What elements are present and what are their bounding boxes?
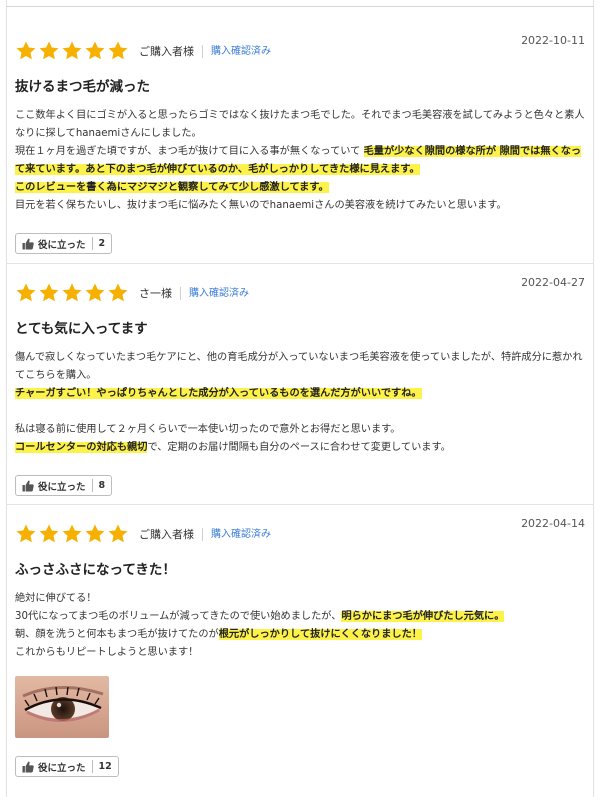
review-text: 傷んで寂しくなっていたまつ毛ケアにと、他の育毛成分が入っていないまつ毛美容液を使… (15, 352, 583, 363)
highlighted-text: て来ています。あと下のまつ毛が伸びているのか、毛がしっかりしてきた様に見えます。 (15, 164, 420, 175)
rating-stars (15, 282, 129, 304)
helpful-button[interactable]: 役に立った 8 (15, 475, 113, 496)
thumbs-up-icon (22, 761, 34, 773)
star-icon (38, 282, 60, 304)
verified-purchase-badge: 購入確認済み (180, 286, 249, 300)
helpful-count: 2 (91, 237, 112, 250)
rating-stars (15, 523, 129, 545)
review-text: 私は寝る前に使用して２ヶ月くらいで一本使い切ったので意外とお得だと思います。 (15, 424, 401, 435)
reviewer-name: ご購入者様 (139, 45, 194, 58)
review-line: 絶対に伸びてる！ (15, 590, 585, 608)
review-line: コールセンターの対応も親切で、定期のお届け間隔も自分のペースに合わせて変更してい… (15, 439, 585, 457)
star-icon (84, 40, 106, 62)
review-text: 目元を若く保ちたいし、抜けまつ毛に悩みたく無いのでhanaemiさんの美容液を続… (15, 200, 507, 211)
star-icon (15, 40, 37, 62)
review-text: 朝、顔を洗うと何本もまつ毛が抜けてたのが (15, 629, 219, 640)
helpful-count: 8 (91, 479, 112, 492)
star-icon (15, 523, 37, 545)
review-date: 2022-10-11 (521, 34, 585, 47)
star-icon (38, 523, 60, 545)
top-divider (6, 6, 594, 7)
review-text: ここ数年よく目にゴミが入ると思ったらゴミではなく抜けたまつ毛でした。それでまつ毛… (15, 110, 585, 121)
review-text: これからもリピートしようと思います！ (15, 647, 199, 658)
review-text: なりに探してhanaemiさんにしました。 (15, 128, 202, 139)
highlighted-text: このレビューを書く為にマジマジと観察してみて少し感激してます。 (15, 182, 329, 193)
review-line: なりに探してhanaemiさんにしました。 (15, 125, 585, 143)
star-icon (107, 40, 129, 62)
review-text: てこちらを購入。 (15, 370, 97, 381)
review-text: 30代になってまつ毛のボリュームが減ってきたので使い始めましたが、 (15, 611, 342, 622)
highlighted-text: 毛量が少なく隙間の様な所が 隙間では無くなっ (363, 146, 582, 157)
review-date: 2022-04-14 (521, 517, 585, 530)
helpful-button[interactable]: 役に立った 2 (15, 233, 113, 254)
highlighted-text: 根元がしっかりして抜けにくくなりました！ (218, 629, 422, 640)
review-body: 絶対に伸びてる！ 30代になってまつ毛のボリュームが減ってきたので使い始めましたが… (15, 590, 585, 662)
review-header: ご購入者様 購入確認済み (15, 40, 585, 62)
helpful-button[interactable]: 役に立った 12 (15, 756, 119, 777)
review-line: 現在１ヶ月を過ぎた頃ですが、まつ毛が抜けて目に入る事が無くなっていて 毛量が少な… (15, 143, 585, 161)
review-title: とても気に入ってます (15, 321, 148, 337)
star-icon (61, 523, 83, 545)
review-date: 2022-04-27 (521, 276, 585, 289)
review-divider (6, 504, 594, 505)
review-line: 30代になってまつ毛のボリュームが減ってきたので使い始めましたが、明らかにまつ毛… (15, 608, 585, 626)
star-icon (38, 40, 60, 62)
review-line: てこちらを購入。 (15, 367, 585, 385)
review-line: これからもリピートしようと思います！ (15, 644, 585, 662)
verified-purchase-badge: 購入確認済み (202, 527, 271, 541)
review-divider (6, 263, 594, 264)
review-line: チャーガすごい！やっぱりちゃんとした成分が入っているものを選んだ方がいいですね。 (15, 385, 585, 403)
review-header: ご購入者様 購入確認済み (15, 523, 585, 545)
highlighted-text: チャーガすごい！やっぱりちゃんとした成分が入っているものを選んだ方がいいですね。 (15, 388, 422, 399)
thumbs-up-icon (22, 238, 34, 250)
star-icon (107, 523, 129, 545)
star-icon (61, 40, 83, 62)
star-icon (61, 282, 83, 304)
review-title: 抜けるまつ毛が減った (15, 79, 150, 95)
review-line: 傷んで寂しくなっていたまつ毛ケアにと、他の育毛成分が入っていないまつ毛美容液を使… (15, 349, 585, 367)
review-title: ふっさふさになってきた！ (15, 562, 176, 578)
highlighted-text: 明らかにまつ毛が伸びたし元気に。 (341, 611, 505, 622)
review-item: ご購入者様 購入確認済み 2022-04-14 ふっさふさになってきた！ 絶対に… (15, 517, 585, 777)
star-icon (15, 282, 37, 304)
helpful-label: 役に立った (38, 481, 86, 493)
verified-purchase-badge: 購入確認済み (202, 44, 271, 58)
review-text: 絶対に伸びてる！ (15, 593, 97, 604)
review-line: ここ数年よく目にゴミが入ると思ったらゴミではなく抜けたまつ毛でした。それでまつ毛… (15, 107, 585, 125)
review-line: 朝、顔を洗うと何本もまつ毛が抜けてたのが根元がしっかりして抜けにくくなりました！ (15, 626, 585, 644)
helpful-count: 12 (91, 760, 118, 773)
review-item: さ一様 購入確認済み 2022-04-27 とても気に入ってます 傷んで寂しくな… (15, 276, 585, 496)
star-icon (107, 282, 129, 304)
review-line: て来ています。あと下のまつ毛が伸びているのか、毛がしっかりしてきた様に見えます。 (15, 161, 585, 179)
review-photo-thumbnail[interactable] (15, 676, 109, 738)
review-text: 現在１ヶ月を過ぎた頃ですが、まつ毛が抜けて目に入る事が無くなっていて (15, 146, 364, 157)
review-item: ご購入者様 購入確認済み 2022-10-11 抜けるまつ毛が減った ここ数年よ… (15, 34, 585, 254)
thumbs-up-icon (22, 480, 34, 492)
highlighted-text: コールセンターの対応も親切 (15, 442, 148, 453)
star-icon (84, 282, 106, 304)
review-line: 目元を若く保ちたいし、抜けまつ毛に悩みたく無いのでhanaemiさんの美容液を続… (15, 197, 585, 215)
reviewer-name: さ一様 (139, 287, 172, 300)
review-line (15, 403, 585, 421)
review-body: ここ数年よく目にゴミが入ると思ったらゴミではなく抜けたまつ毛でした。それでまつ毛… (15, 107, 585, 215)
review-header: さ一様 購入確認済み (15, 282, 585, 304)
review-line: 私は寝る前に使用して２ヶ月くらいで一本使い切ったので意外とお得だと思います。 (15, 421, 585, 439)
rating-stars (15, 40, 129, 62)
review-body: 傷んで寂しくなっていたまつ毛ケアにと、他の育毛成分が入っていないまつ毛美容液を使… (15, 349, 585, 457)
reviewer-name: ご購入者様 (139, 528, 194, 541)
helpful-label: 役に立った (38, 762, 86, 774)
review-text: で、定期のお届け間隔も自分のペースに合わせて変更しています。 (147, 442, 451, 453)
helpful-label: 役に立った (38, 239, 86, 251)
review-line: このレビューを書く為にマジマジと観察してみて少し感激してます。 (15, 179, 585, 197)
star-icon (84, 523, 106, 545)
